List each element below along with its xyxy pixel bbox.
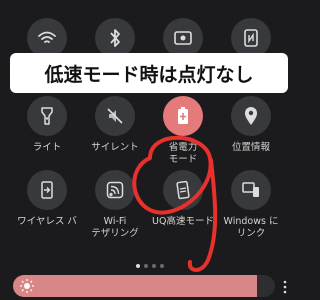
wifi-tile[interactable] <box>12 18 82 58</box>
brightness-fill <box>13 275 257 297</box>
tile-power-saving[interactable]: 省電力 モード <box>148 96 218 166</box>
tile-label: 位置情報 <box>231 142 270 153</box>
tile-uq-speed-mode[interactable]: UQ高速モード <box>148 170 218 228</box>
bluetooth-icon <box>95 18 135 58</box>
bluetooth-tile[interactable] <box>80 18 150 58</box>
brightness-slider[interactable] <box>13 275 275 297</box>
tile-label: ライト <box>32 142 62 153</box>
banner-text: 低速モード時は点灯なし <box>44 63 254 86</box>
flashlight-icon <box>27 96 67 136</box>
tile-label: Windows に リンク <box>223 216 279 239</box>
page-indicator <box>0 253 300 272</box>
tile-label: 省電力 モード <box>168 142 198 165</box>
tile-label: UQ高速モード <box>152 216 214 227</box>
location-icon <box>231 96 271 136</box>
wifi-tethering-icon <box>95 170 135 210</box>
nfc-tile[interactable] <box>216 18 286 58</box>
page-dot[interactable] <box>144 264 148 268</box>
page-dot[interactable] <box>136 264 140 268</box>
tile-wireless-powershare[interactable]: ワイヤレス バ <box>12 170 82 228</box>
tile-label: サイレント <box>91 142 139 153</box>
screen-record-tile[interactable] <box>148 18 218 58</box>
tile-wifi-tethering[interactable]: Wi-Fi テザリング <box>80 170 150 240</box>
more-options-icon[interactable] <box>282 279 288 295</box>
page-dot[interactable] <box>160 264 164 268</box>
tile-label: Wi-Fi テザリング <box>91 216 139 239</box>
wireless-powershare-icon <box>27 170 67 210</box>
uq-speed-icon <box>163 170 203 210</box>
tile-label: ワイヤレス バ <box>17 216 77 227</box>
tile-location[interactable]: 位置情報 <box>216 96 286 154</box>
tile-flashlight[interactable]: ライト <box>12 96 82 154</box>
link-to-windows-icon <box>231 170 271 210</box>
mute-icon <box>95 96 135 136</box>
tile-link-to-windows[interactable]: Windows に リンク <box>216 170 286 240</box>
nfc-icon <box>231 18 271 58</box>
sun-icon <box>20 279 34 293</box>
annotation-banner: 低速モード時は点灯なし <box>10 53 288 93</box>
screen-record-icon <box>163 18 203 58</box>
page-dot[interactable] <box>152 264 156 268</box>
battery-saver-icon <box>163 96 203 136</box>
wifi-icon <box>27 18 67 58</box>
tile-silent[interactable]: サイレント <box>80 96 150 154</box>
